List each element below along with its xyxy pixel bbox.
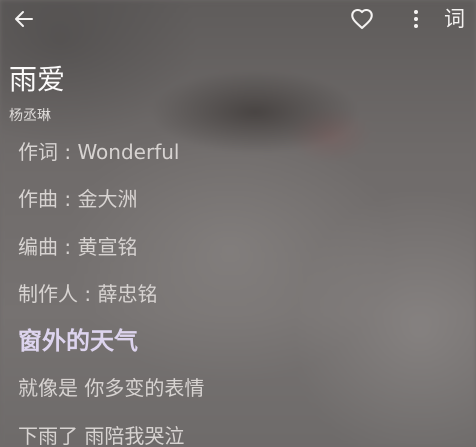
- more-options-button[interactable]: [400, 3, 432, 35]
- lyric-line[interactable]: 作词 : Wonderful: [18, 136, 468, 183]
- artist-name[interactable]: 杨丞琳: [9, 106, 51, 126]
- lyrics-player-screen: 词 雨爱 杨丞琳 作词 : Wonderful 作曲 : 金大洲 编曲 : 黄宣…: [0, 0, 476, 447]
- lyric-line[interactable]: 制作人 : 薛忠铭: [18, 278, 468, 325]
- lyric-toggle-label: 词: [444, 6, 465, 31]
- back-button[interactable]: [8, 3, 40, 35]
- top-bar: 词: [0, 0, 476, 38]
- song-title: 雨爱: [9, 63, 66, 96]
- lyric-line[interactable]: 作曲 : 金大洲: [18, 183, 468, 230]
- lyric-line[interactable]: 就像是 你多变的表情: [18, 372, 468, 419]
- lyrics-list[interactable]: 作词 : Wonderful 作曲 : 金大洲 编曲 : 黄宣铭 制作人 : 薛…: [18, 136, 468, 447]
- more-vertical-icon: [414, 10, 418, 28]
- favorite-button[interactable]: [346, 3, 378, 35]
- arrow-left-icon: [15, 11, 33, 27]
- heart-outline-icon: [351, 8, 373, 30]
- lyric-line[interactable]: 下雨了 雨陪我哭泣: [18, 420, 468, 447]
- current-lyric-line[interactable]: 窗外的天气: [18, 325, 468, 372]
- lyric-toggle-button[interactable]: 词: [444, 3, 476, 35]
- lyric-line[interactable]: 编曲 : 黄宣铭: [18, 231, 468, 278]
